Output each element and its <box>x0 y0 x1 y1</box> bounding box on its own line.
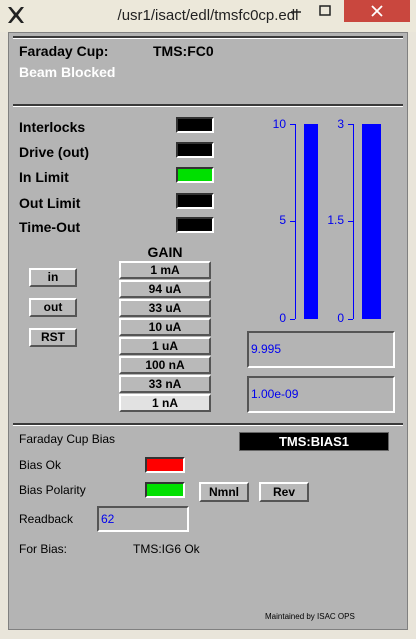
gain-option[interactable]: 1 nA <box>119 394 211 412</box>
bar1-tick-mark <box>290 221 295 222</box>
bar1-tick-min: 0 <box>279 311 286 325</box>
divider <box>13 423 403 426</box>
gain-option[interactable]: 100 nA <box>119 356 211 374</box>
divider <box>13 104 403 107</box>
readback-value: 62 <box>97 506 189 532</box>
bar2-axis <box>353 124 354 319</box>
bar2-tick-mark <box>348 221 353 222</box>
close-button[interactable] <box>344 0 410 22</box>
for-bias-value: TMS:IG6 Ok <box>133 542 200 556</box>
maintainer-note: Maintained by ISAC OPS <box>265 612 355 621</box>
edm-panel: Faraday Cup: TMS:FC0 Beam Blocked Interl… <box>8 32 408 630</box>
reverse-polarity-button[interactable]: Rev <box>259 482 309 502</box>
in-limit-label: In Limit <box>19 169 69 185</box>
in-limit-led <box>176 167 214 183</box>
bar1-axis <box>295 124 296 319</box>
out-button[interactable]: out <box>29 298 77 317</box>
bias-section-title: Faraday Cup Bias <box>19 432 116 446</box>
gain-option[interactable]: 1 uA <box>119 337 211 355</box>
out-limit-led <box>176 193 214 209</box>
gain-option[interactable]: 1 mA <box>119 261 211 279</box>
minimize-button[interactable] <box>282 0 310 22</box>
drive-out-label: Drive (out) <box>19 144 89 160</box>
bar2-tick-max: 3 <box>337 117 344 131</box>
bar1-tick-max: 10 <box>272 117 286 131</box>
gain-option[interactable]: 94 uA <box>119 280 211 298</box>
bias-polarity-led <box>145 482 185 498</box>
maximize-button[interactable] <box>311 0 339 22</box>
bias-polarity-label: Bias Polarity <box>19 483 86 497</box>
readout-current-value: 9.995 <box>247 331 395 368</box>
bar2-tick-mid: 1.5 <box>327 213 344 227</box>
close-icon <box>371 5 383 17</box>
bias-ok-label: Bias Ok <box>19 458 62 472</box>
bar1-tick-mid: 5 <box>279 213 286 227</box>
out-limit-label: Out Limit <box>19 195 81 211</box>
normal-polarity-button[interactable]: Nmnl <box>199 482 249 502</box>
bar1-tick-mark <box>290 319 295 320</box>
gain-title: GAIN <box>147 244 183 260</box>
time-out-led <box>176 217 214 233</box>
gain-option[interactable]: 33 nA <box>119 375 211 393</box>
gain-option[interactable]: 33 uA <box>119 299 211 317</box>
in-button[interactable]: in <box>29 268 77 287</box>
time-out-label: Time-Out <box>19 219 81 235</box>
device-name: TMS:FC0 <box>153 43 214 59</box>
device-label: Faraday Cup: <box>19 43 109 59</box>
for-bias-label: For Bias: <box>19 542 68 556</box>
maximize-icon <box>319 5 331 16</box>
minimize-icon <box>291 11 301 13</box>
divider <box>13 36 403 39</box>
readout-current-amps: 1.00e-09 <box>247 376 395 413</box>
bias-ok-led <box>145 457 185 473</box>
interlocks-label: Interlocks <box>19 119 86 135</box>
drive-out-led <box>176 142 214 158</box>
gain-option[interactable]: 10 uA <box>119 318 211 336</box>
interlocks-led <box>176 117 214 133</box>
readback-label: Readback <box>19 512 74 526</box>
bias-pv-name: TMS:BIAS1 <box>239 432 389 451</box>
reset-button[interactable]: RST <box>29 328 77 347</box>
bar2-fill <box>362 124 381 319</box>
bar2-tick-mark <box>348 319 353 320</box>
bar2-tick-min: 0 <box>337 311 344 325</box>
title-bar: /usr1/isact/edl/tmsfc0cp.edl <box>0 0 416 32</box>
bar1-tick-mark <box>290 124 295 125</box>
beam-status: Beam Blocked <box>19 64 116 80</box>
bar2-tick-mark <box>348 124 353 125</box>
